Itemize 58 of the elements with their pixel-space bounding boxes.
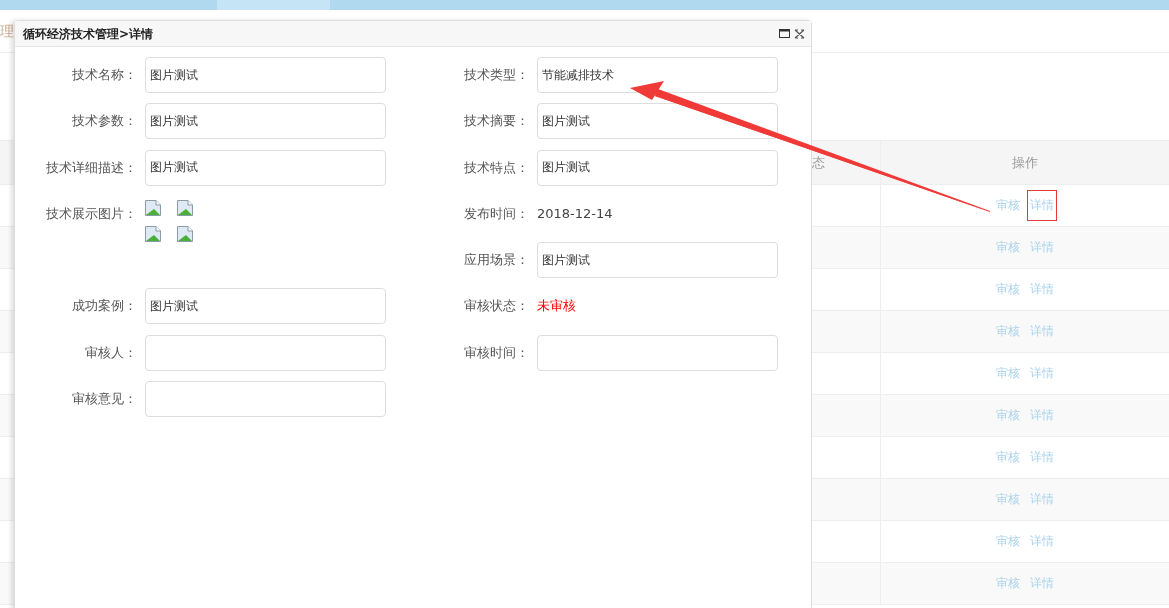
broken-image-icon: [145, 199, 161, 216]
action-link[interactable]: 详情: [1027, 484, 1057, 515]
field-label: 技术类型：: [463, 66, 530, 84]
field-label: 审核人：: [84, 343, 138, 362]
field-label: 发布时间：: [463, 204, 530, 223]
action-link[interactable]: 详情: [1027, 442, 1057, 473]
action-link[interactable]: 详情: [1027, 358, 1057, 389]
field-label: 审核意见：: [71, 390, 138, 409]
field-label: 技术参数：: [71, 112, 138, 131]
action-link[interactable]: 详情: [1027, 232, 1057, 263]
input-field[interactable]: 图片测试: [145, 288, 386, 325]
broken-image-icon: [145, 225, 161, 242]
action-link[interactable]: 详情: [1027, 400, 1057, 431]
close-icon[interactable]: [794, 28, 805, 39]
input-field[interactable]: 图片测试: [537, 149, 778, 186]
broken-image-icon: [177, 225, 193, 242]
action-link[interactable]: 审核: [993, 484, 1023, 515]
field-label: 审核时间：: [463, 343, 530, 362]
page-title: 理: [0, 24, 14, 38]
action-link[interactable]: 审核: [993, 316, 1023, 347]
maximize-icon[interactable]: [779, 29, 790, 38]
action-link[interactable]: 审核: [993, 526, 1023, 557]
field-label: 应用场景：: [463, 251, 530, 270]
field-value: 2018-12-14: [537, 204, 613, 223]
action-link[interactable]: 详情: [1027, 526, 1057, 557]
input-field[interactable]: [537, 334, 778, 371]
input-field[interactable]: 图片测试: [537, 242, 778, 279]
action-link[interactable]: 审核: [993, 274, 1023, 305]
field-label: 技术特点：: [463, 158, 530, 177]
action-link[interactable]: 详情: [1027, 274, 1057, 305]
input-field[interactable]: 图片测试: [145, 149, 386, 186]
action-link[interactable]: 详情: [1027, 316, 1057, 347]
input-field[interactable]: 图片测试: [537, 103, 778, 140]
field-label: 技术展示图片：: [45, 204, 138, 223]
input-field[interactable]: 节能减排技术: [537, 57, 778, 93]
action-link[interactable]: 详情: [1027, 568, 1057, 599]
input-field[interactable]: [145, 334, 386, 371]
active-tab-highlight[interactable]: [217, 0, 330, 10]
broken-image-icon: [177, 199, 193, 216]
input-field[interactable]: 图片测试: [145, 103, 386, 140]
field-label: 技术名称：: [71, 66, 138, 84]
action-link[interactable]: 详情: [1027, 190, 1057, 221]
action-link[interactable]: 审核: [993, 442, 1023, 473]
status-text: 未审核: [537, 297, 576, 316]
dialog-title: 循环经济技术管理>详情: [23, 25, 154, 43]
field-label: 技术摘要：: [463, 112, 530, 131]
field-label: 审核状态：: [463, 297, 530, 316]
action-link[interactable]: 审核: [993, 358, 1023, 389]
action-link[interactable]: 审核: [993, 400, 1023, 431]
input-field[interactable]: [145, 381, 386, 418]
field-label: 技术详细描述：: [45, 158, 138, 177]
input-field[interactable]: 图片测试: [145, 57, 386, 93]
field-label: 成功案例：: [71, 297, 138, 316]
action-link[interactable]: 审核: [993, 190, 1023, 221]
action-link[interactable]: 审核: [993, 232, 1023, 263]
column-header: 态: [812, 153, 825, 172]
column-header: 操作: [1012, 153, 1038, 172]
action-link[interactable]: 审核: [993, 568, 1023, 599]
